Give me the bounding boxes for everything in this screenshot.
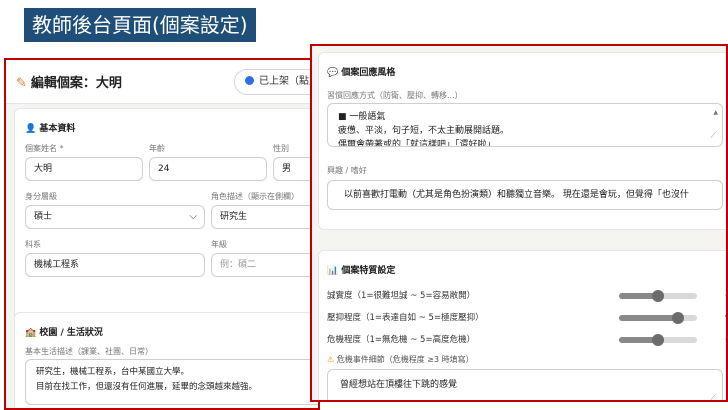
- age-field[interactable]: 24: [149, 157, 267, 181]
- repression-label: 壓抑程度（1=表達自如 ~ 5=極度壓抑）: [327, 313, 484, 323]
- slider-thumb[interactable]: [671, 312, 684, 324]
- resize-handle-icon[interactable]: ⟋: [710, 390, 716, 400]
- life-desc-line: 目前在找工作，但還沒有任何進展，延畢的念頭越來越強。: [36, 382, 258, 392]
- grade-label: 年級: [211, 240, 227, 249]
- crisis-detail-label: ⚠ 危機事件細節（危機程度 ≥3 時填寫）: [327, 354, 474, 365]
- crisis-level-label: 危機程度（1=無危機 ~ 5=高度危機）: [327, 335, 476, 345]
- role-label: 角色描述（顯示在側欄）: [211, 192, 299, 201]
- habit-line: 偶爾會帶著或的「就這樣吧」「還好啦」: [338, 140, 496, 147]
- response-style-title: 💬 個案回應風格: [327, 65, 395, 78]
- basic-info-title: 👤 基本資料: [25, 121, 75, 134]
- speech-bubble-icon: 💬: [327, 68, 339, 78]
- dept-field[interactable]: 機械工程系: [25, 253, 205, 277]
- life-desc-label: 基本生活描述（課業、社團、日常）: [25, 347, 153, 356]
- warning-icon: ⚠: [327, 355, 335, 364]
- name-label: 個案姓名 *: [25, 144, 64, 153]
- campus-life-title: 🏫 校園 / 生活狀況: [25, 325, 103, 338]
- case-settings-panel: 💬 個案回應風格 習慣回應方式（防衛、壓抑、轉移...） ■ 一般語氣 疲憊、平…: [310, 44, 728, 402]
- identity-label: 身分層級: [25, 192, 57, 201]
- edit-case-panel: ✎ 編輯個案：大明 已上架（點此 👤 基本資料 個案姓名 * 大明 年齡 24 性…: [4, 58, 320, 410]
- page: 教師後台頁面(個案設定) ✎ 編輯個案：大明 已上架（點此 👤 基本資料 個案姓名…: [0, 0, 728, 410]
- honesty-slider[interactable]: [619, 290, 697, 302]
- status-dot-icon: [245, 76, 254, 85]
- habit-textarea[interactable]: ■ 一般語氣 疲憊、平淡，句子短，不太主動展開話題。 偶爾會帶著或的「就這樣吧」…: [327, 103, 723, 147]
- person-icon: 👤: [25, 124, 37, 134]
- edit-title-text: 編輯個案：大明: [30, 76, 122, 91]
- edit-title: ✎ 編輯個案：大明: [16, 72, 122, 91]
- honesty-label: 誠實度（1=很難坦誠 ~ 5=容易敞開）: [327, 291, 476, 301]
- age-label: 年齡: [149, 144, 165, 153]
- dept-label: 科系: [25, 240, 41, 249]
- crisis-slider-row: 危機程度（1=無危機 ~ 5=高度危機） 3: [327, 331, 726, 347]
- school-icon: 🏫: [25, 328, 37, 338]
- repression-slider-row: 壓抑程度（1=表達自如 ~ 5=極度壓抑） 4: [327, 309, 726, 325]
- page-title: 教師後台頁面(個案設定): [24, 8, 256, 42]
- basic-info-card: 👤 基本資料 個案姓名 * 大明 年齡 24 性別 男 身分層級 碩士 ⌵ 角色…: [14, 108, 318, 344]
- crisis-detail-text: 曾經想站在頂樓往下跳的感覺: [340, 380, 458, 390]
- grade-field[interactable]: 例：碩二: [211, 253, 318, 277]
- life-desc-line: 研究生，機械工程系，台中某國立大學。: [36, 367, 190, 377]
- campus-life-title-text: 校園 / 生活狀況: [39, 328, 103, 338]
- publish-status-button[interactable]: 已上架（點此: [234, 69, 318, 95]
- hobby-label: 興趣 / 嗜好: [327, 166, 367, 175]
- response-style-title-text: 個案回應風格: [341, 68, 396, 78]
- habit-label: 習慣回應方式（防衛、壓抑、轉移...）: [327, 91, 463, 100]
- gender-label: 性別: [273, 144, 289, 153]
- crisis-detail-textarea[interactable]: 曾經想站在頂樓往下跳的感覺 ⟋: [327, 369, 723, 400]
- edit-header: ✎ 編輯個案：大明 已上架（點此: [6, 60, 318, 104]
- case-traits-card: 📊 個案特質設定 誠實度（1=很難坦誠 ~ 5=容易敞開） 3 壓抑程度（1=表…: [318, 250, 726, 400]
- response-style-card: 💬 個案回應風格 習慣回應方式（防衛、壓抑、轉移...） ■ 一般語氣 疲憊、平…: [318, 52, 726, 230]
- crisis-slider[interactable]: [619, 334, 697, 346]
- repression-slider[interactable]: [619, 312, 697, 324]
- slider-thumb[interactable]: [652, 334, 664, 346]
- honesty-slider-row: 誠實度（1=很難坦誠 ~ 5=容易敞開） 3: [327, 287, 726, 303]
- habit-line: ■ 一般語氣: [338, 112, 386, 122]
- case-traits-title: 📊 個案特質設定: [327, 263, 395, 276]
- name-field[interactable]: 大明: [25, 157, 143, 181]
- slider-fill: [619, 315, 678, 321]
- pencil-icon: ✎: [16, 76, 27, 91]
- chevron-down-icon: ⌵: [189, 211, 197, 222]
- slider-thumb[interactable]: [652, 290, 664, 302]
- bar-chart-icon: 📊: [327, 266, 339, 276]
- resize-handle-icon[interactable]: ⟋: [710, 129, 716, 143]
- identity-select[interactable]: 碩士 ⌵: [25, 205, 205, 229]
- case-traits-title-text: 個案特質設定: [341, 266, 396, 276]
- role-field[interactable]: 研究生: [211, 205, 318, 229]
- habit-line: 疲憊、平淡，句子短，不太主動展開話題。: [338, 126, 510, 136]
- basic-info-title-text: 基本資料: [39, 124, 76, 134]
- identity-value: 碩士: [34, 212, 53, 222]
- hobby-field[interactable]: 以前喜歡打電動（尤其是角色扮演類）和聽獨立音樂。 現在還是會玩，但覺得「也沒什: [327, 180, 723, 210]
- crisis-detail-label-text: 危機事件細節（危機程度 ≥3 時填寫）: [336, 355, 474, 364]
- life-desc-textarea[interactable]: 研究生，機械工程系，台中某國立大學。 目前在找工作，但還沒有任何進展，延畢的念頭…: [25, 359, 318, 405]
- scroll-up-icon[interactable]: ▲: [713, 106, 718, 120]
- campus-life-card: 🏫 校園 / 生活狀況 基本生活描述（課業、社團、日常） 研究生，機械工程系，台…: [14, 312, 318, 408]
